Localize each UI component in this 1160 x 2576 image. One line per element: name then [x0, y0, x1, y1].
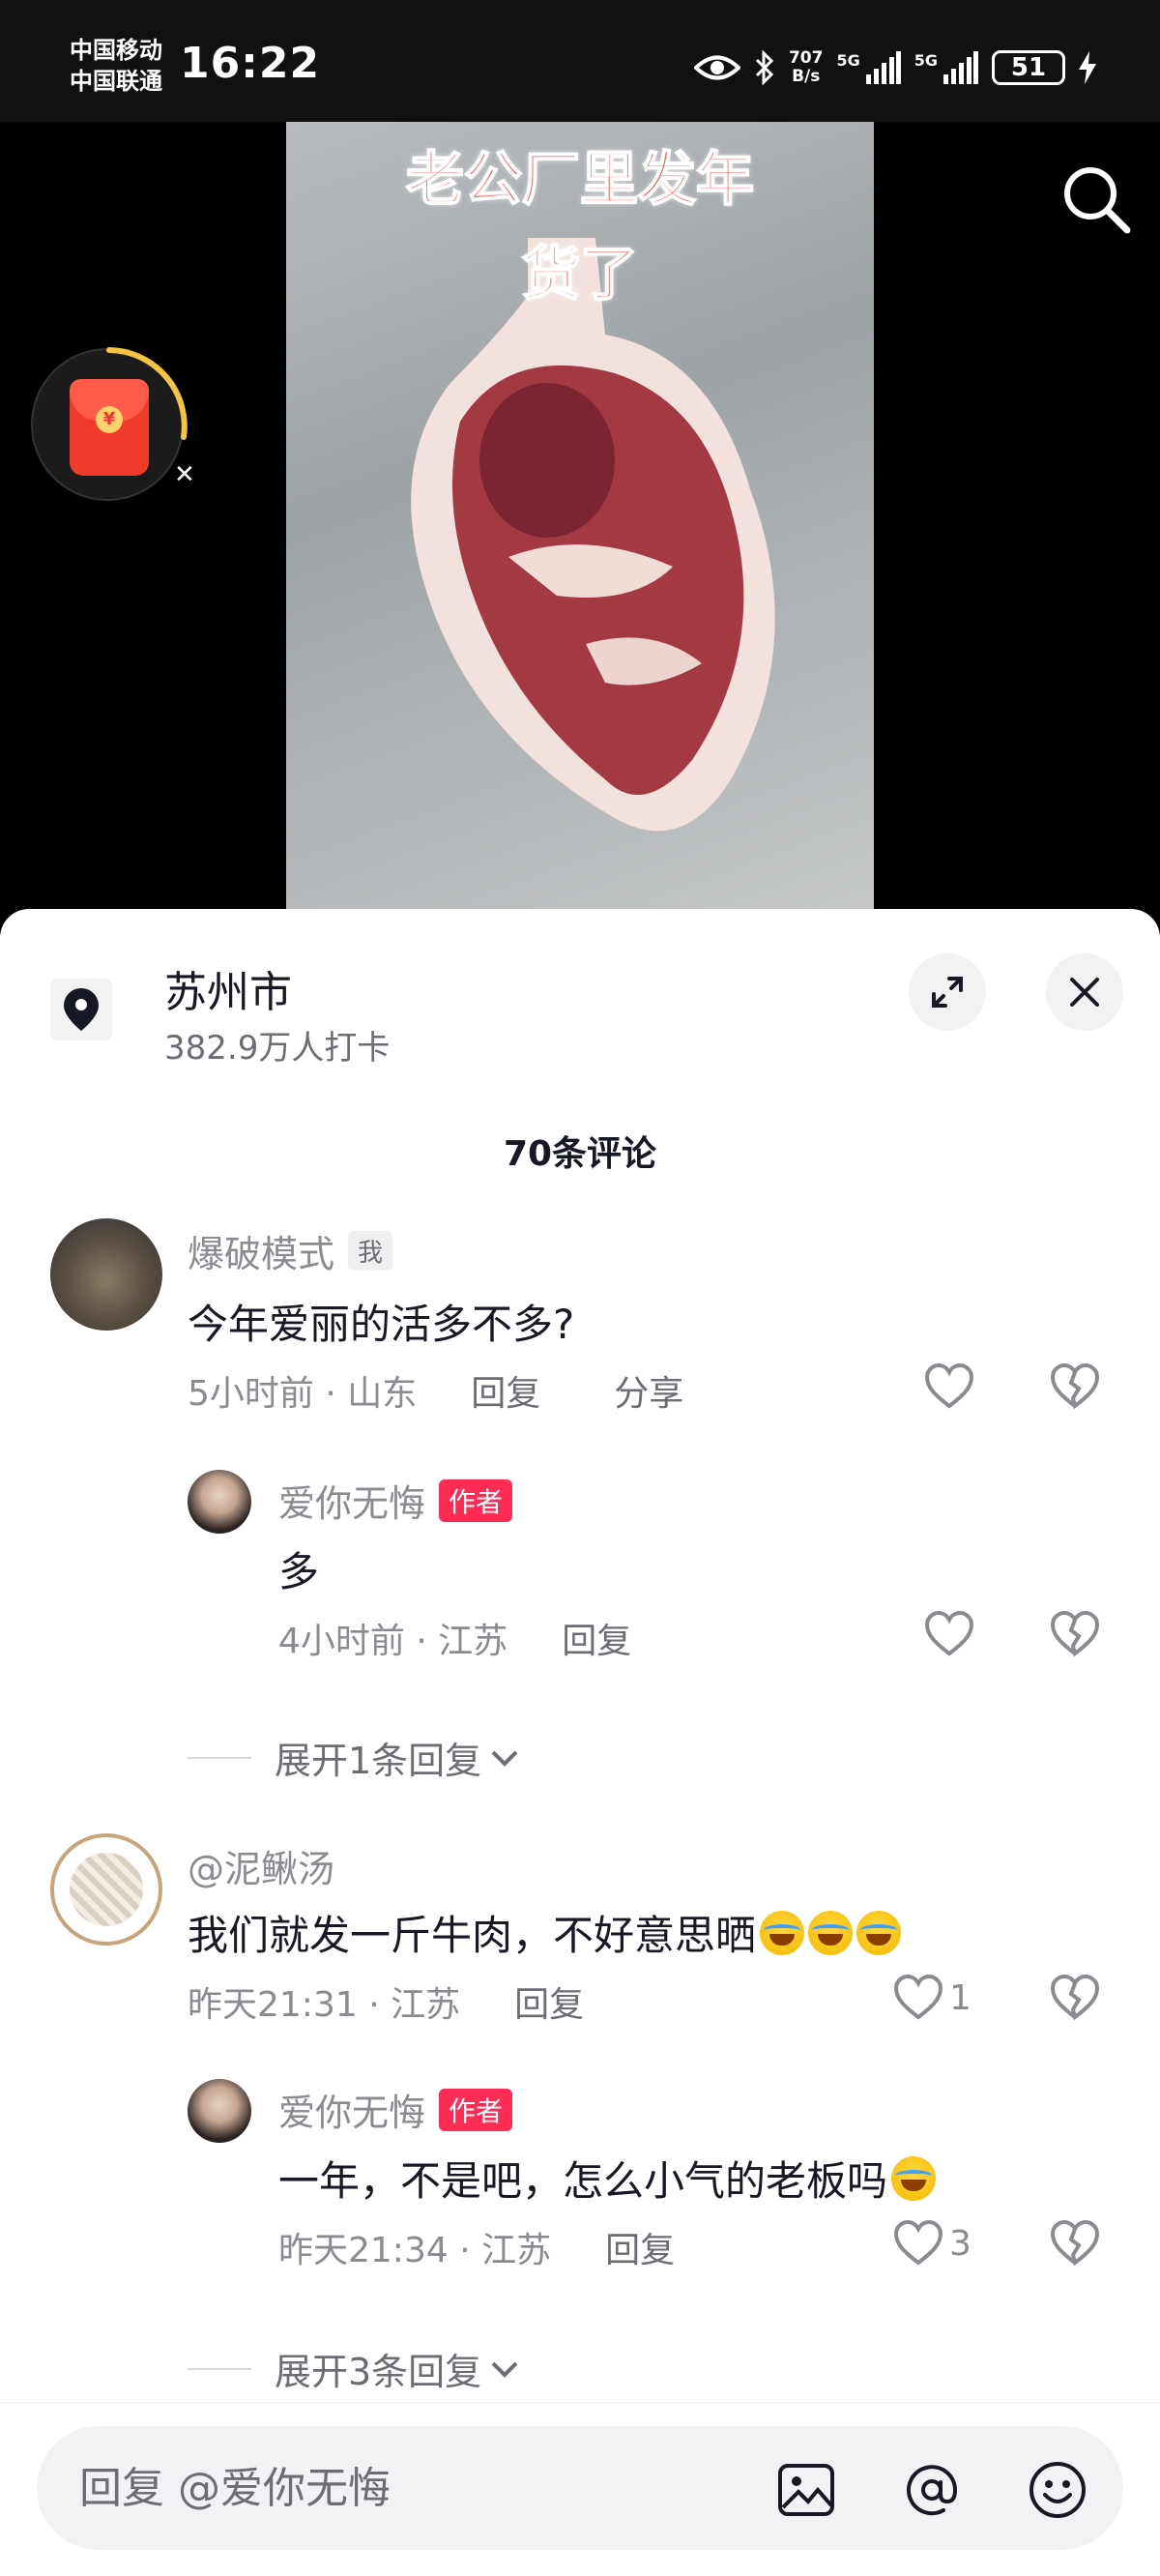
eye-icon: [693, 53, 740, 82]
reply-input[interactable]: [79, 2426, 756, 2550]
search-icon: [1064, 167, 1131, 234]
reply-text[interactable]: 一年，不是吧，怎么小气的老板吗: [278, 2149, 937, 2208]
dislike-button[interactable]: [1050, 2219, 1100, 2270]
like-count: 1: [949, 1977, 972, 2018]
expand-replies-button[interactable]: 展开1条回复: [188, 1731, 522, 1784]
comment-author[interactable]: 爆破模式: [188, 1224, 334, 1277]
heart-icon: [924, 1611, 974, 1656]
heart-icon: [893, 2220, 943, 2266]
video-meat-image: [411, 238, 775, 832]
laugh-cry-emoji: [760, 1911, 805, 1955]
input-container: [37, 2426, 1123, 2550]
avatar[interactable]: [188, 1470, 251, 1534]
signal-icon-1: 5G: [836, 51, 901, 84]
emoji-icon: [1030, 2462, 1086, 2518]
location-checkins: 382.9万人打卡: [164, 1029, 391, 1068]
carrier-info: 中国移动 中国联通: [70, 35, 162, 97]
mention-button[interactable]: [901, 2459, 963, 2521]
reply-time-location: 4小时前 · 江苏: [278, 1622, 508, 1661]
avatar[interactable]: [50, 1833, 162, 1946]
reply-button[interactable]: 回复: [471, 1365, 540, 1416]
dislike-button[interactable]: [1050, 1362, 1100, 1414]
like-button[interactable]: 3: [893, 2220, 972, 2267]
status-icons: 707 B/s 5G 5G 51: [693, 44, 1096, 91]
bluetooth-icon: [754, 50, 775, 85]
like-button[interactable]: [924, 1611, 980, 1657]
reply-time-location: 昨天21:34 · 江苏: [278, 2231, 552, 2270]
chevron-down-icon: [491, 2361, 518, 2378]
author-badge: 作者: [439, 1478, 513, 1522]
video-frame[interactable]: 老公厂里发年 货了: [286, 122, 874, 915]
search-button[interactable]: [1058, 161, 1135, 238]
expand-replies-label: 展开3条回复: [275, 2351, 482, 2393]
comment-count: 70条评论: [503, 1134, 657, 1174]
broken-heart-icon: [1050, 2219, 1100, 2267]
broken-heart-icon: [1050, 1974, 1100, 2021]
location-title[interactable]: 苏州市: [164, 957, 292, 1019]
battery-indicator: 51: [992, 50, 1065, 85]
heart-icon: [924, 1363, 974, 1409]
comment-author[interactable]: @泥鳅汤: [188, 1839, 334, 1892]
red-packet-icon: ¥: [70, 379, 149, 476]
at-icon: [907, 2465, 958, 2516]
avatar[interactable]: [50, 1218, 162, 1331]
comment-input-bar: [0, 2402, 1160, 2576]
dislike-button[interactable]: [1050, 1610, 1100, 1661]
signal-icon-2: 5G: [914, 51, 978, 84]
comment-time-location: 5小时前 · 山东: [188, 1374, 418, 1414]
close-icon: [1070, 978, 1099, 1007]
dislike-button[interactable]: [1050, 1974, 1100, 2025]
laugh-cry-emoji: [856, 1911, 902, 1955]
reply-button[interactable]: 回复: [562, 1613, 631, 1663]
broken-heart-icon: [1050, 1362, 1100, 1410]
divider-line: [188, 1756, 251, 1759]
red-packet-close-icon[interactable]: ✕: [174, 460, 195, 489]
status-bar: 中国移动 中国联通 16:22 707 B/s 5G 5G 51: [0, 0, 1160, 122]
reply-button[interactable]: 回复: [514, 1976, 584, 2027]
comment-time-location: 昨天21:31 · 江苏: [188, 1985, 461, 2025]
location-pin-icon: [50, 979, 112, 1040]
avatar[interactable]: [188, 2079, 251, 2143]
reply-author[interactable]: 爱你无悔: [278, 1474, 425, 1527]
broken-heart-icon: [1050, 1610, 1100, 1657]
reply-text[interactable]: 多: [278, 1539, 319, 1598]
author-badge: 作者: [439, 2088, 513, 2131]
expand-replies-label: 展开1条回复: [275, 1740, 482, 1782]
divider-line: [188, 2367, 251, 2370]
carrier-1: 中国移动: [70, 37, 162, 64]
status-time: 16:22: [180, 39, 321, 88]
chevron-down-icon: [491, 1750, 518, 1767]
share-button[interactable]: 分享: [614, 1365, 683, 1416]
like-count: 3: [949, 2223, 972, 2264]
expand-icon: [932, 977, 963, 1008]
video-caption-line1: 老公厂里发年: [405, 145, 755, 215]
net-speed: 707 B/s: [788, 48, 824, 86]
comment-text[interactable]: 我们就发一斤牛肉，不好意思晒: [188, 1903, 902, 1962]
image-button[interactable]: [775, 2459, 837, 2521]
comment-sheet: 苏州市 382.9万人打卡 70条评论 爆破模式 我 今年爱丽的活多不多? 5小…: [0, 909, 1160, 2576]
like-button[interactable]: 1: [893, 1975, 972, 2021]
like-button[interactable]: [924, 1363, 980, 1410]
charging-icon: [1079, 51, 1096, 84]
carrier-2: 中国联通: [70, 68, 162, 95]
comment-text[interactable]: 今年爱丽的活多不多?: [188, 1292, 574, 1351]
expand-button[interactable]: [909, 953, 986, 1031]
video-player[interactable]: 老公厂里发年 货了 ¥ ✕: [0, 122, 1160, 915]
me-badge: 我: [348, 1231, 393, 1271]
emoji-button[interactable]: [1027, 2459, 1088, 2521]
close-button[interactable]: [1046, 953, 1123, 1031]
reply-author[interactable]: 爱你无悔: [278, 2083, 425, 2136]
image-icon: [778, 2464, 834, 2516]
laugh-cry-emoji: [891, 2156, 937, 2201]
heart-icon: [893, 1975, 943, 2020]
laugh-cry-emoji: [808, 1911, 854, 1955]
expand-replies-button[interactable]: 展开3条回复: [188, 2342, 522, 2395]
video-caption-line2: 货了: [521, 240, 639, 309]
red-packet-button[interactable]: ¥: [31, 347, 188, 501]
reply-button[interactable]: 回复: [605, 2222, 675, 2272]
